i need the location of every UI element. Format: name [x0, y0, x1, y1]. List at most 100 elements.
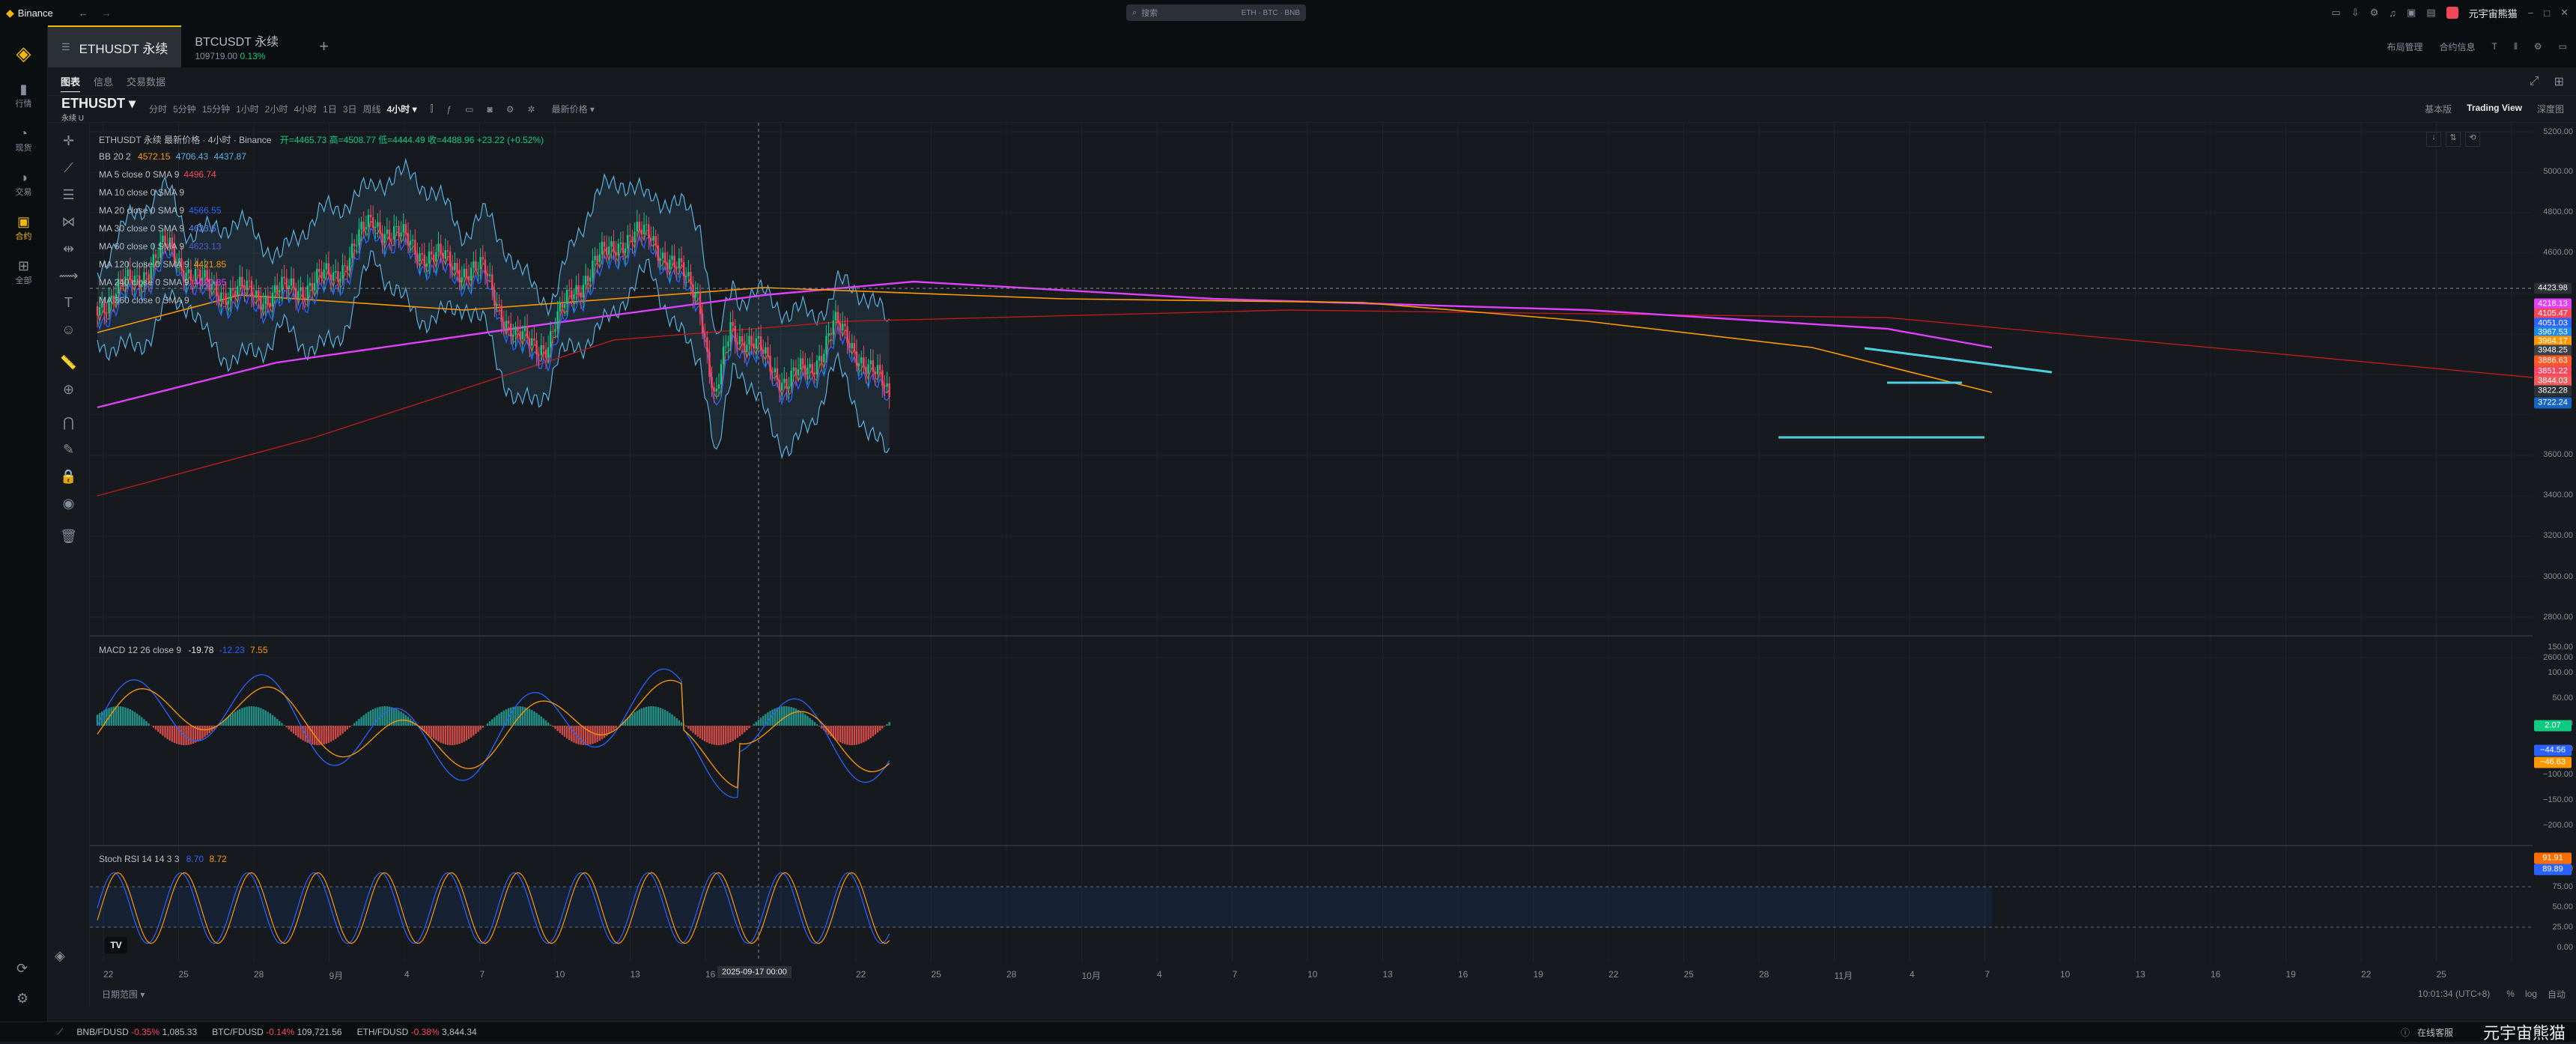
time-axis[interactable]: 2225289月471013161922252810月4710131619222… [90, 962, 2533, 981]
emoji-icon[interactable]: ☺ [48, 316, 89, 343]
interval-tick[interactable]: 分时 [146, 103, 170, 115]
indicators-icon[interactable]: ƒ [446, 104, 452, 115]
app-brand[interactable]: ◆ Binance [6, 7, 53, 19]
settings-icon[interactable]: ⚙ [16, 991, 28, 1007]
status-ticker[interactable]: ETH/FDUSD -0.38% 3,844.34 [357, 1027, 477, 1037]
interval-selected[interactable]: 4小时 ▾ [384, 103, 420, 115]
interval-3d[interactable]: 3日 [340, 103, 360, 115]
forward-arrow-icon[interactable]: → [102, 7, 112, 19]
avatar[interactable] [2446, 7, 2458, 19]
candle-body [243, 285, 245, 290]
interval-1h[interactable]: 1小时 [233, 103, 262, 115]
orders-icon[interactable]: ▤ [2426, 7, 2435, 19]
interval-5m[interactable]: 5分钟 [170, 103, 199, 115]
tab-btcusdt[interactable]: BTCUSDT 永续 109719.00 0.13% [181, 25, 292, 67]
tab-ethusdt[interactable]: ☰ ETHUSDT 永续 [48, 25, 181, 67]
horizontal-lines-icon[interactable]: ☰ [48, 181, 89, 208]
search-input[interactable]: ⌕ 搜索 ETH · BTC · BNB [1126, 4, 1306, 21]
chart-action-sync-icon[interactable]: ⟲ [2465, 132, 2480, 147]
trendline-icon[interactable]: ⟋ [48, 154, 89, 181]
trash-icon[interactable]: 🗑 [48, 523, 89, 550]
rail-item-markets[interactable]: ▮ 行情 [0, 82, 47, 109]
scale-percent-toggle[interactable]: % [2506, 989, 2515, 999]
camera-icon[interactable]: ◙ [487, 104, 492, 115]
binance-logo-icon: ◆ [6, 7, 14, 19]
view-basic[interactable]: 基本版 [2425, 103, 2452, 115]
columns-icon[interactable]: ⫴ [2514, 41, 2518, 52]
tab-trading-data[interactable]: 交易数据 [120, 74, 172, 88]
measure-icon[interactable]: ⇹ [48, 235, 89, 262]
pencil-icon[interactable]: ✎ [48, 436, 89, 463]
online-support-link[interactable]: 在线客服 [2417, 1026, 2453, 1039]
candle-body [225, 294, 226, 305]
crosshair-icon[interactable]: ✛ [48, 127, 89, 154]
wallet-icon[interactable]: ▣ [2407, 7, 2416, 19]
magnet-icon[interactable]: ⋂ [48, 409, 89, 436]
scale-auto-toggle[interactable]: 自动 [2548, 988, 2566, 1001]
status-ticker[interactable]: BTC/FDUSD -0.14% 109,721.56 [212, 1027, 341, 1037]
status-ticker[interactable]: BNB/FDUSD -0.35% 1,085.33 [76, 1027, 197, 1037]
expand-icon[interactable]: ⤢ [2530, 75, 2539, 88]
view-tradingview[interactable]: Trading View [2467, 103, 2522, 115]
forecast-icon[interactable]: ⟿ [48, 262, 89, 289]
contract-info-link[interactable]: 合约信息 [2439, 40, 2475, 53]
interval-1d[interactable]: 1日 [320, 103, 340, 115]
window-close-button[interactable]: ✕ [2560, 7, 2569, 19]
settings-icon[interactable]: ⚙ [506, 104, 514, 115]
add-tab-button[interactable]: + [319, 37, 329, 56]
tab-chart[interactable]: 图表 [54, 74, 87, 88]
layout-manager-link[interactable]: 布局管理 [2387, 40, 2422, 53]
view-depth[interactable]: 深度图 [2537, 103, 2564, 115]
scale-log-toggle[interactable]: log [2525, 989, 2537, 999]
rail-item-trade[interactable]: ◑ 交易 [0, 170, 47, 198]
window-minimize-button[interactable]: − [2528, 7, 2534, 19]
macd-histogram-bar [846, 726, 848, 744]
refresh-icon[interactable]: ⟳ [16, 961, 28, 977]
binance-home-icon[interactable]: ◈ [0, 42, 47, 65]
rail-item-all[interactable]: ⊞ 全部 [0, 258, 47, 286]
macd-histogram-bar [169, 726, 171, 741]
price-source-select[interactable]: 最新价格 ▾ [552, 103, 595, 115]
tab-info[interactable]: 信息 [87, 74, 120, 88]
download-icon[interactable]: ⇩ [2351, 7, 2360, 19]
price-scale[interactable]: 5200.005000.004800.004600.004423.984218.… [2533, 123, 2576, 977]
grid-layout-icon[interactable]: ⊞ [2554, 74, 2564, 89]
eye-icon[interactable]: ◉ [48, 490, 89, 517]
candle-body [631, 237, 633, 243]
text-icon[interactable]: T [48, 289, 89, 316]
gear-small-icon[interactable]: ⚙ [2534, 41, 2542, 52]
font-icon[interactable]: T [2492, 41, 2497, 52]
chart-action-down-icon[interactable]: ↓ [2426, 132, 2441, 147]
candlestick-chart[interactable] [90, 123, 2533, 977]
zoom-icon[interactable]: ⊕ [48, 376, 89, 403]
layers-icon[interactable]: ◈ [55, 942, 65, 969]
lock-icon[interactable]: 🔒 [48, 463, 89, 490]
chart-action-expand-icon[interactable]: ⇅ [2446, 132, 2461, 147]
interval-4h[interactable]: 4小时 [291, 103, 320, 115]
rail-item-futures[interactable]: ▣ 合约 [0, 214, 47, 242]
support-icon[interactable]: ⓘ [2401, 1026, 2410, 1039]
candle-body [781, 383, 783, 390]
gear-alt-icon[interactable]: ✲ [528, 104, 535, 115]
pattern-icon[interactable]: ⋈ [48, 208, 89, 235]
symbol-selector[interactable]: ETHUSDT ▾ 永续 U [61, 96, 136, 123]
ruler-icon[interactable]: 📏 [48, 349, 89, 376]
interval-1w[interactable]: 周线 [360, 103, 384, 115]
interval-2h[interactable]: 2小时 [262, 103, 291, 115]
chart-area[interactable]: ETHUSDT 永续 最新价格 · 4小时 · Binance 开=4465.7… [90, 123, 2533, 977]
date-range-button[interactable]: 日期范围 ▾ [102, 988, 145, 1001]
bookmark-icon[interactable]: ▭ [2331, 7, 2340, 19]
panel-icon[interactable]: ▭ [2559, 41, 2567, 52]
tradingview-logo-icon[interactable]: TV [105, 937, 127, 953]
bell-icon[interactable]: ♫ [2389, 7, 2396, 19]
rail-item-spot[interactable]: ◔ 现货 [0, 126, 47, 154]
interval-15m[interactable]: 15分钟 [199, 103, 233, 115]
username[interactable]: 元宇宙熊猫 [2469, 6, 2518, 20]
window-maximize-button[interactable]: □ [2544, 7, 2550, 19]
time-tick: 16 [1458, 969, 1468, 980]
back-arrow-icon[interactable]: ← [79, 7, 88, 19]
layout-icon[interactable]: ▭ [465, 104, 473, 115]
candle-type-icon[interactable]: ⫿ [431, 103, 434, 115]
candle-body [877, 365, 878, 374]
gear-icon[interactable]: ⚙ [2370, 7, 2379, 19]
